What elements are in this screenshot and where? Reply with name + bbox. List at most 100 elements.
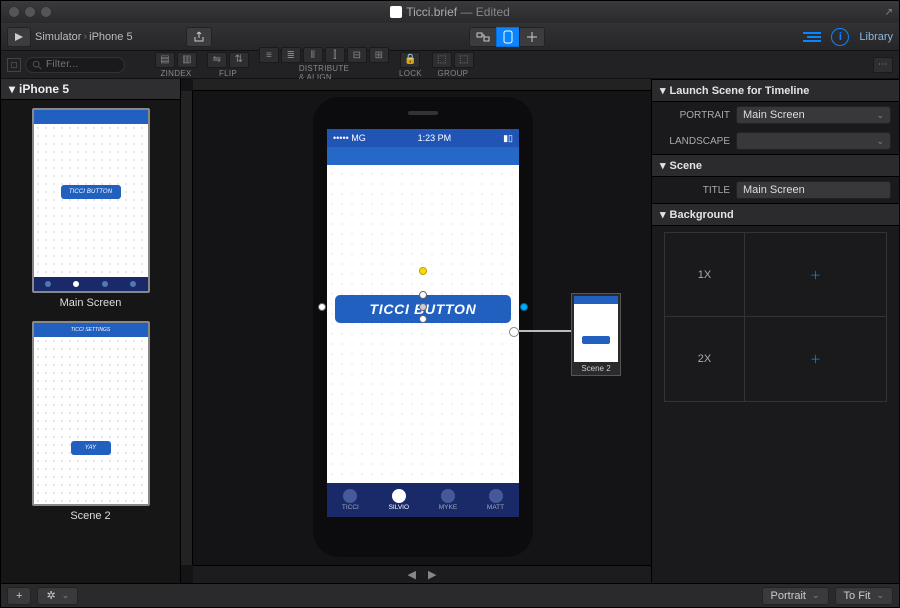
inspector-bg-head[interactable]: ▾Background — [652, 203, 899, 226]
lock-group: 🔒 LOCK — [399, 52, 422, 78]
traffic-lights[interactable] — [9, 7, 51, 17]
flip-vertical[interactable]: ⇅ — [229, 52, 249, 68]
segue-connection[interactable] — [511, 330, 573, 332]
background-grid: 1X ＋ 2X ＋ — [664, 232, 887, 402]
scenes-header[interactable]: ▾ iPhone 5 — [1, 79, 180, 100]
status-time: 1:23 PM — [418, 133, 452, 143]
align-2[interactable]: ≣ — [281, 47, 301, 63]
panel-toggle-icon[interactable] — [803, 32, 821, 42]
device-frame: ••••• MG 1:23 PM ▮▯ TICCI BUTTON — [313, 97, 533, 557]
window-titlebar: Ticci.brief — Edited ↗ — [1, 1, 899, 23]
ticci-button[interactable]: TICCI BUTTON — [335, 295, 511, 323]
device-crumb: iPhone 5 — [89, 31, 132, 43]
app-window: Ticci.brief — Edited ↗ Simulator › iPhon… — [0, 0, 900, 608]
linked-scene-label: Scene 2 — [581, 364, 610, 373]
filter-input[interactable]: Filter... — [25, 57, 125, 73]
landscape-select[interactable]: ⌄ — [736, 132, 891, 150]
library-button[interactable]: Library — [859, 31, 893, 43]
document-icon — [390, 6, 402, 18]
document-title: Ticci.brief — [406, 5, 457, 19]
scene-thumb-label: Scene 2 — [70, 510, 110, 522]
share-button[interactable] — [186, 27, 212, 47]
scenes-header-label: iPhone 5 — [19, 82, 69, 96]
bring-forward[interactable]: ▥ — [177, 52, 197, 68]
edit-toolbar: Filter... ▤▥ ZINDEX ⇋⇅ FLIP ≡≣ ⫴⫿ ⊟⊞ DIS… — [1, 51, 899, 79]
portrait-select[interactable]: Main Screen⌄ — [736, 106, 891, 124]
prev-page-icon[interactable]: ◀ — [408, 568, 416, 581]
chevron-down-icon: ⌄ — [876, 590, 884, 601]
canvas-area: ••••• MG 1:23 PM ▮▯ TICCI BUTTON — [181, 79, 651, 583]
inspector-panel: ▾Launch Scene for Timeline PORTRAIT Main… — [651, 79, 899, 583]
landscape-label: LANDSCAPE — [660, 136, 730, 147]
ruler-vertical[interactable] — [181, 91, 193, 565]
flip-horizontal[interactable]: ⇋ — [207, 52, 227, 68]
tab-bar: TICCI SILVIO MYKE MATT — [327, 483, 519, 517]
align-6[interactable]: ⊞ — [369, 47, 389, 63]
tab-silvio[interactable]: SILVIO — [389, 489, 409, 511]
scenes-sidebar: ▾ iPhone 5 TICCI BUTTON Main Screen TICC… — [1, 79, 181, 583]
lock-button[interactable]: 🔒 — [400, 52, 420, 68]
flip-group: ⇋⇅ FLIP — [207, 52, 249, 78]
ungroup-button[interactable]: ⬚ — [454, 52, 474, 68]
chevron-right-icon: › — [83, 31, 87, 43]
top-toolbar: Simulator › iPhone 5 i Library — [1, 23, 899, 51]
inspector-scene-head[interactable]: ▾Scene — [652, 154, 899, 177]
title-label: TITLE — [660, 185, 730, 196]
bg-2x-slot[interactable]: ＋ — [745, 317, 886, 401]
nav-bar[interactable] — [327, 147, 519, 165]
scene-thumb-label: Main Screen — [60, 297, 122, 309]
view-mode-canvas[interactable] — [496, 27, 520, 47]
simulator-crumb: Simulator — [35, 31, 81, 43]
disclosure-triangle-icon: ▾ — [9, 82, 15, 96]
actions-menu[interactable]: ✲⌄ — [37, 587, 78, 605]
align-3[interactable]: ⫴ — [303, 47, 323, 63]
bg-1x-label: 1X — [665, 233, 745, 316]
tab-myke[interactable]: MYKE — [439, 489, 457, 511]
sidebar-reveal-icon[interactable] — [7, 58, 21, 72]
scene-thumb-main[interactable]: TICCI BUTTON Main Screen — [32, 108, 150, 309]
group-button[interactable]: ⬚ — [432, 52, 452, 68]
expand-icon[interactable]: ↗ — [885, 7, 893, 18]
bg-1x-slot[interactable]: ＋ — [745, 233, 886, 316]
tab-matt[interactable]: MATT — [487, 489, 504, 511]
document-edited: — Edited — [460, 5, 509, 19]
send-backward[interactable]: ▤ — [155, 52, 175, 68]
run-destination[interactable]: Simulator › iPhone 5 — [35, 31, 133, 43]
view-mode-segment — [469, 27, 545, 47]
linked-scene[interactable]: Scene 2 — [571, 293, 621, 376]
toolbar-overflow[interactable]: ⋯ — [873, 57, 893, 73]
chevron-down-icon: ⌄ — [812, 590, 820, 601]
title-input[interactable]: Main Screen — [736, 181, 891, 199]
filter-placeholder: Filter... — [46, 59, 78, 70]
status-bar-bottom: + ✲⌄ Portrait⌄ To Fit⌄ — [1, 583, 899, 607]
plus-icon: ＋ — [810, 267, 821, 283]
battery-icon: ▮▯ — [503, 133, 513, 144]
status-left: ••••• MG — [333, 133, 366, 143]
inspector-launch-head[interactable]: ▾Launch Scene for Timeline — [652, 79, 899, 102]
chevron-down-icon: ⌄ — [876, 110, 884, 121]
distribute-align-group: ≡≣ ⫴⫿ ⊟⊞ DISTRIBUTE & ALIGN — [259, 47, 389, 82]
status-bar: ••••• MG 1:23 PM ▮▯ — [327, 129, 519, 147]
zoom-select[interactable]: To Fit⌄ — [835, 587, 893, 605]
portrait-label: PORTRAIT — [660, 110, 730, 121]
align-4[interactable]: ⫿ — [325, 47, 345, 63]
orientation-select[interactable]: Portrait⌄ — [762, 587, 829, 605]
zindex-group: ▤▥ ZINDEX — [155, 52, 197, 78]
tab-ticci[interactable]: TICCI — [342, 489, 359, 511]
bg-2x-label: 2X — [665, 317, 745, 401]
group-group: ⬚⬚ GROUP — [432, 52, 474, 78]
ruler-horizontal[interactable] — [193, 79, 651, 91]
info-button[interactable]: i — [831, 28, 849, 46]
view-mode-constraints[interactable] — [519, 27, 545, 47]
align-1[interactable]: ≡ — [259, 47, 279, 63]
canvas-viewport[interactable]: ••••• MG 1:23 PM ▮▯ TICCI BUTTON — [193, 91, 651, 565]
add-button[interactable]: + — [7, 587, 31, 605]
align-5[interactable]: ⊟ — [347, 47, 367, 63]
run-button[interactable] — [7, 27, 31, 47]
canvas-pager: ◀ ▶ — [193, 565, 651, 583]
view-mode-flow[interactable] — [469, 27, 497, 47]
chevron-down-icon: ⌄ — [876, 136, 884, 147]
next-page-icon[interactable]: ▶ — [428, 568, 436, 581]
plus-icon: ＋ — [810, 351, 821, 367]
scene-thumb-2[interactable]: TICCI SETTINGS YAY Scene 2 — [32, 321, 150, 522]
